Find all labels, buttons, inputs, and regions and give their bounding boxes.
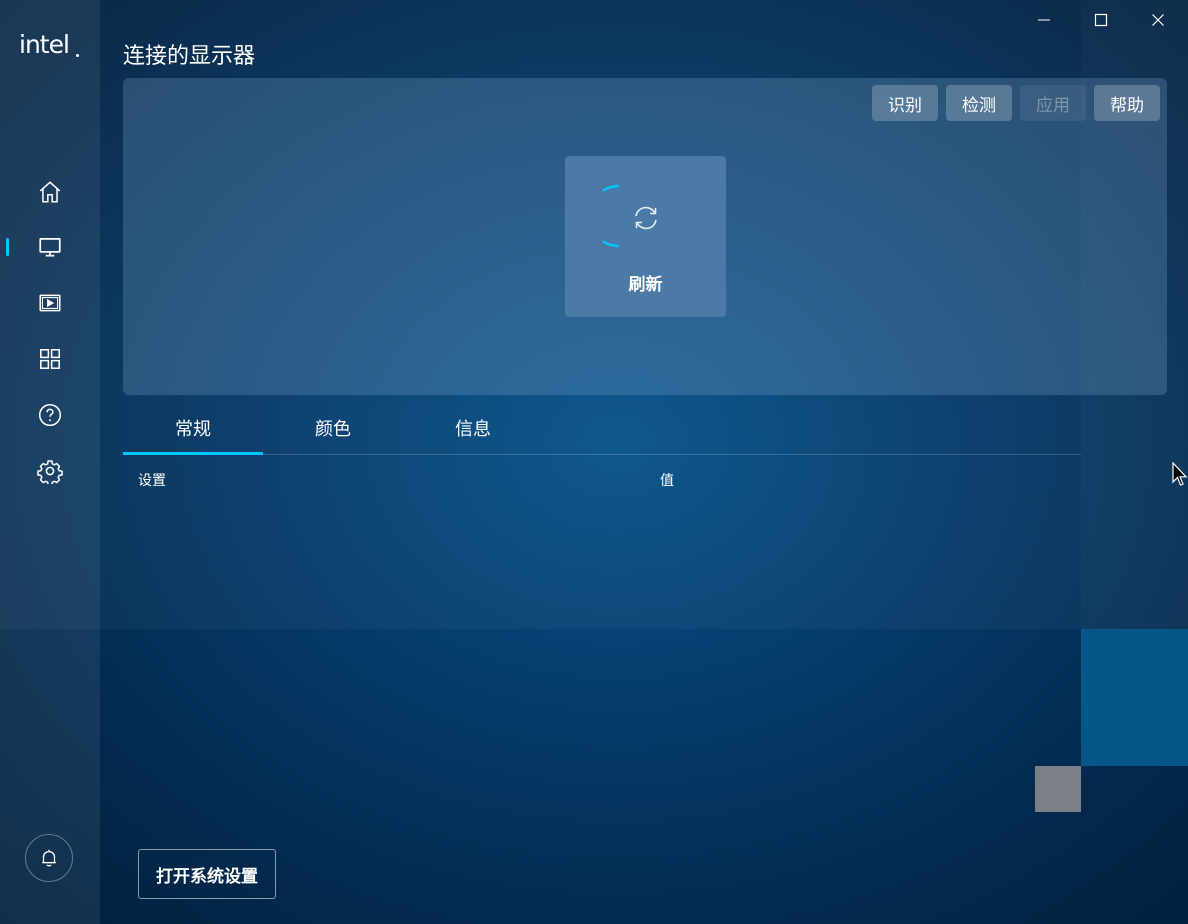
notifications-button[interactable] [25,834,73,882]
display-icon [39,238,61,257]
active-tab-indicator [123,452,263,455]
sidebar-item-display[interactable] [0,225,100,269]
sidebar-item-video[interactable] [0,281,100,325]
help-icon [38,403,62,427]
sidebar-item-help[interactable] [0,393,100,437]
tab-color[interactable]: 颜色 [263,405,403,451]
column-header-value: 值 [660,473,674,489]
tab-info[interactable]: 信息 [403,405,543,451]
refresh-label: 刷新 [628,275,663,295]
tab-divider [123,454,1081,455]
page-title: 连接的显示器 [123,44,256,69]
column-header-setting: 设置 [138,473,166,489]
intel-logo-dot [76,54,79,57]
sidebar-item-home[interactable] [0,170,100,214]
apply-button[interactable]: 应用 [1020,85,1086,121]
app-window: intel 连接的显示器 识别 检测 应用 帮助 刷新 常规 颜色 信息 设置 … [0,0,1188,924]
help-button[interactable]: 帮助 [1094,85,1160,121]
maximize-icon [1094,13,1108,27]
open-system-settings-button[interactable]: 打开系统设置 [138,849,276,899]
bell-icon [42,849,56,867]
decorative-square-blue [1081,629,1188,766]
maximize-button[interactable] [1081,6,1121,34]
identify-button[interactable]: 识别 [872,85,938,121]
gear-icon [37,460,63,484]
tab-general[interactable]: 常规 [123,405,263,451]
sidebar: intel [0,0,100,924]
decorative-square-gray [1035,766,1081,812]
video-icon [39,294,61,312]
intel-logo: intel [19,30,70,59]
close-icon [1152,14,1164,26]
sidebar-item-apps[interactable] [0,337,100,381]
refresh-button[interactable]: 刷新 [565,156,726,317]
home-icon [39,181,61,203]
sidebar-item-settings[interactable] [0,449,100,493]
mouse-cursor-icon [1172,462,1188,486]
detect-button[interactable]: 检测 [946,85,1012,121]
close-button[interactable] [1138,6,1178,34]
refresh-icon [635,206,657,230]
grid-icon [40,349,60,369]
minimize-icon [1038,19,1050,21]
minimize-button[interactable] [1024,6,1064,34]
